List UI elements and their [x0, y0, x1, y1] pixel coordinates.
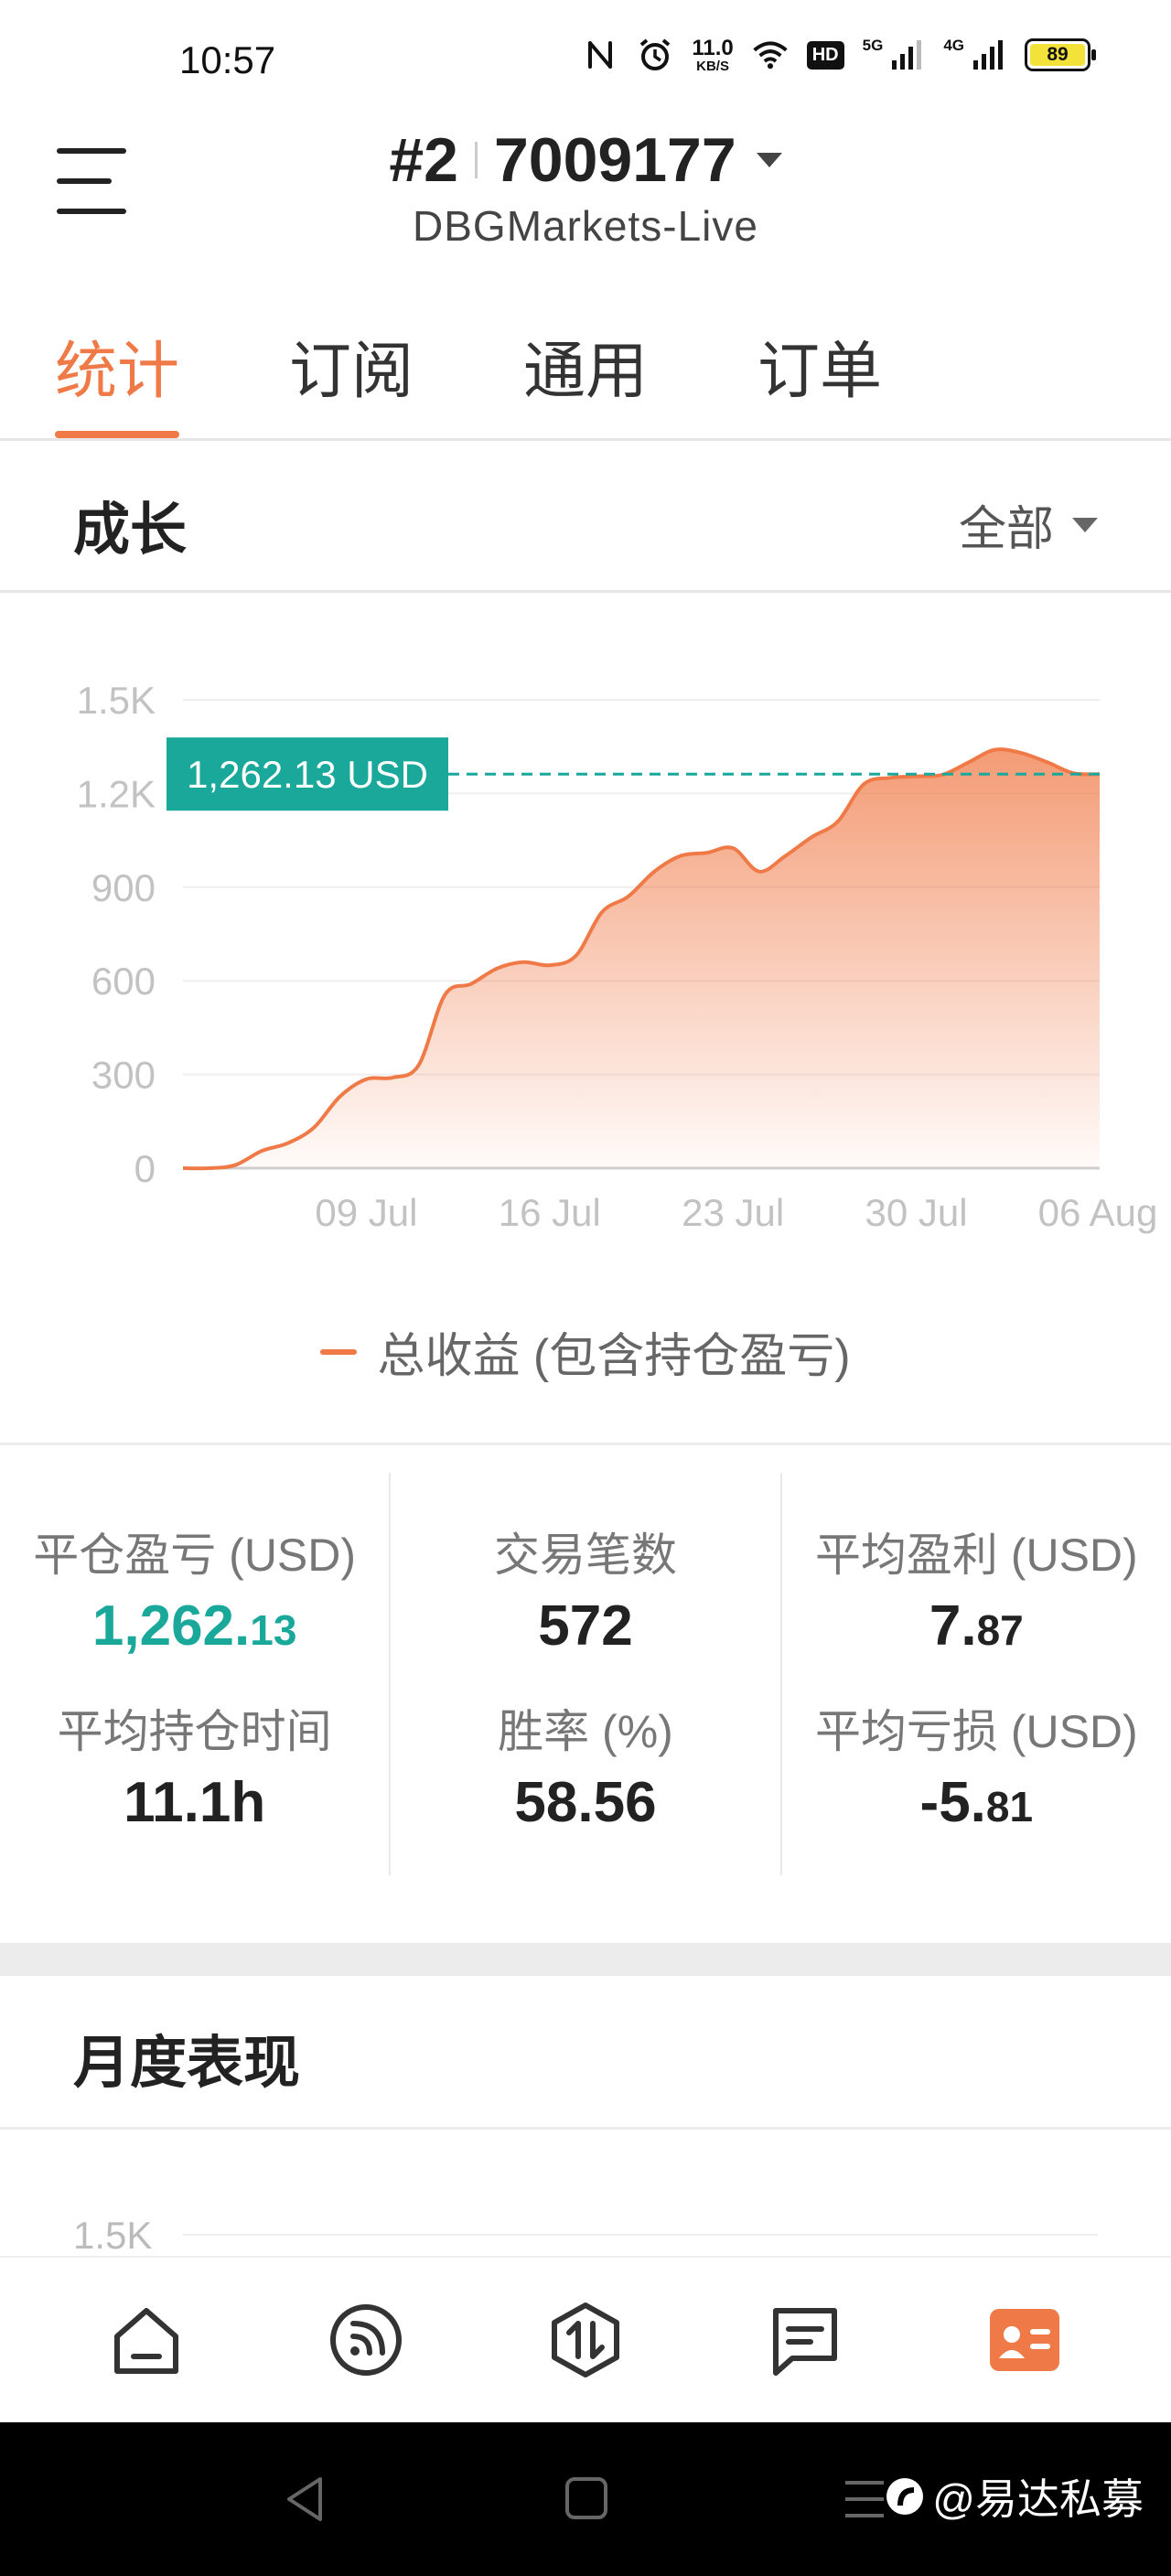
logo-icon: [886, 2478, 924, 2515]
watermark-text: @易达私募: [932, 2475, 1144, 2523]
stat-label: 平均持仓时间: [57, 1706, 332, 1757]
x-tick-label: 16 Jul: [499, 1191, 601, 1234]
tab-bar: 统计 订阅 通用 订单: [0, 265, 1171, 441]
y-tick-label: 300: [91, 1054, 156, 1097]
stat-avg-hold: 平均持仓时间 11.1h: [58, 1695, 332, 1835]
bottom-nav: [0, 2256, 1171, 2422]
monthly-header: 月度表现: [0, 1976, 1171, 2130]
signal-icon: [888, 37, 925, 73]
y-tick-label: 0: [134, 1147, 156, 1190]
x-tick-label: 09 Jul: [315, 1191, 417, 1234]
stat-closed-pl: 平仓盈亏 (USD) 1,262.13: [33, 1519, 356, 1658]
y-tick-label: 1.5K: [77, 679, 156, 722]
stat-label: 胜率 (%): [498, 1706, 673, 1757]
legend-label: 总收益 (包含持仓盈亏): [377, 1330, 851, 1383]
system-nav-bar: @易达私募: [0, 2422, 1171, 2576]
growth-header: 成长 全部: [0, 443, 1171, 593]
chat-icon[interactable]: [761, 2296, 849, 2384]
x-tick-label: 30 Jul: [865, 1191, 968, 1234]
home-icon[interactable]: [102, 2296, 190, 2384]
stat-label: 平均盈利 (USD): [814, 1530, 1138, 1581]
stat-value: -5.81: [919, 1771, 1034, 1834]
status-icons: 11.0 KB/S HD 5G 4G 89: [582, 35, 1096, 74]
account-index: #2: [389, 125, 458, 195]
trade-icon[interactable]: [542, 2296, 629, 2384]
stats-col-1: 平仓盈亏 (USD) 1,262.13 平均持仓时间 11.1h: [0, 1473, 389, 1875]
stat-trades: 交易笔数 572: [494, 1519, 677, 1658]
account-switcher[interactable]: #2 7009177 DBGMarkets-Live: [0, 124, 1171, 251]
tab-subscribe[interactable]: 订阅: [289, 265, 414, 438]
stat-label: 平仓盈亏 (USD): [33, 1530, 357, 1581]
alarm-icon: [637, 37, 673, 73]
range-filter[interactable]: 全部: [959, 490, 1098, 559]
caret-down-icon: [756, 153, 782, 167]
y-tick-label: 1.2K: [77, 772, 156, 815]
stat-value: 1,262.13: [91, 1594, 297, 1658]
tab-stats[interactable]: 统计: [55, 265, 180, 438]
section-divider: [0, 1943, 1171, 1976]
caret-down-icon: [1072, 517, 1098, 532]
nfc-icon: [582, 37, 618, 73]
growth-chart: 1.5K 1.2K 900 600 300 0 09 Jul 16 Jul 23 Jul 30 J…: [0, 595, 1171, 1445]
stat-avg-profit: 平均盈利 (USD) 7.87: [815, 1519, 1138, 1658]
tab-general[interactable]: 通用: [523, 265, 648, 438]
stat-value: 572: [538, 1594, 633, 1658]
stats-col-3: 平均盈利 (USD) 7.87 平均亏损 (USD) -5.81: [779, 1473, 1171, 1875]
stats-grid: 平仓盈亏 (USD) 1,262.13 平均持仓时间 11.1h 交易笔数 57…: [0, 1473, 1171, 1875]
monthly-gridline: [183, 2234, 1098, 2236]
home-button-icon[interactable]: [564, 2474, 609, 2525]
growth-chart-svg: 1.5K 1.2K 900 600 300 0 09 Jul 16 Jul 23 Jul 30 J…: [77, 679, 1158, 1234]
range-filter-label: 全部: [958, 503, 1054, 556]
account-divider: [474, 142, 478, 178]
status-time: 10:57: [179, 38, 276, 81]
growth-title: 成长: [73, 499, 188, 562]
battery-icon: 89: [1025, 38, 1096, 71]
profile-card-icon[interactable]: [981, 2296, 1069, 2384]
back-icon[interactable]: [282, 2474, 328, 2525]
stat-win-rate: 胜率 (%) 58.56: [498, 1695, 673, 1835]
stat-avg-loss: 平均亏损 (USD) -5.81: [815, 1695, 1138, 1835]
wifi-icon: [752, 37, 789, 73]
y-tick-label: 600: [91, 960, 156, 1003]
battery-level: 89: [1030, 44, 1085, 66]
net-speed: 11.0 KB/S: [692, 35, 734, 74]
stat-label: 交易笔数: [493, 1530, 677, 1581]
net-5g-label: 5G: [862, 37, 884, 54]
feed-icon[interactable]: [322, 2296, 410, 2384]
x-tick-label: 23 Jul: [682, 1191, 784, 1234]
app-header: #2 7009177 DBGMarkets-Live: [0, 119, 1171, 265]
series-area: [183, 749, 1100, 1169]
server-name: DBGMarkets-Live: [413, 202, 758, 250]
current-value-label: 1,262.13 USD: [187, 753, 428, 796]
legend-swatch: [320, 1348, 358, 1355]
stat-value: 11.1h: [124, 1771, 266, 1834]
stat-label: 平均亏损 (USD): [814, 1706, 1138, 1757]
hd-badge: HD: [806, 40, 844, 70]
recents-icon[interactable]: [842, 2474, 887, 2525]
status-bar: 10:57 11.0 KB/S HD 5G 4G 89: [0, 0, 1171, 119]
monthly-title: 月度表现: [73, 2032, 301, 2095]
x-tick-label: 06 Aug: [1038, 1191, 1158, 1234]
tab-orders[interactable]: 订单: [757, 265, 882, 438]
chart-legend: 总收益 (包含持仓盈亏): [0, 1317, 1171, 1386]
net-4g-label: 4G: [943, 37, 964, 54]
signal-icon-2: [970, 37, 1006, 73]
watermark: @易达私募: [885, 2466, 1144, 2527]
y-tick-label: 900: [91, 866, 156, 909]
stat-value: 7.87: [929, 1594, 1024, 1658]
account-number: 7009177: [493, 125, 736, 195]
stats-col-2: 交易笔数 572 胜率 (%) 58.56: [389, 1473, 779, 1875]
stat-value: 58.56: [514, 1771, 657, 1834]
monthly-y-tick: 1.5K: [73, 2214, 153, 2257]
